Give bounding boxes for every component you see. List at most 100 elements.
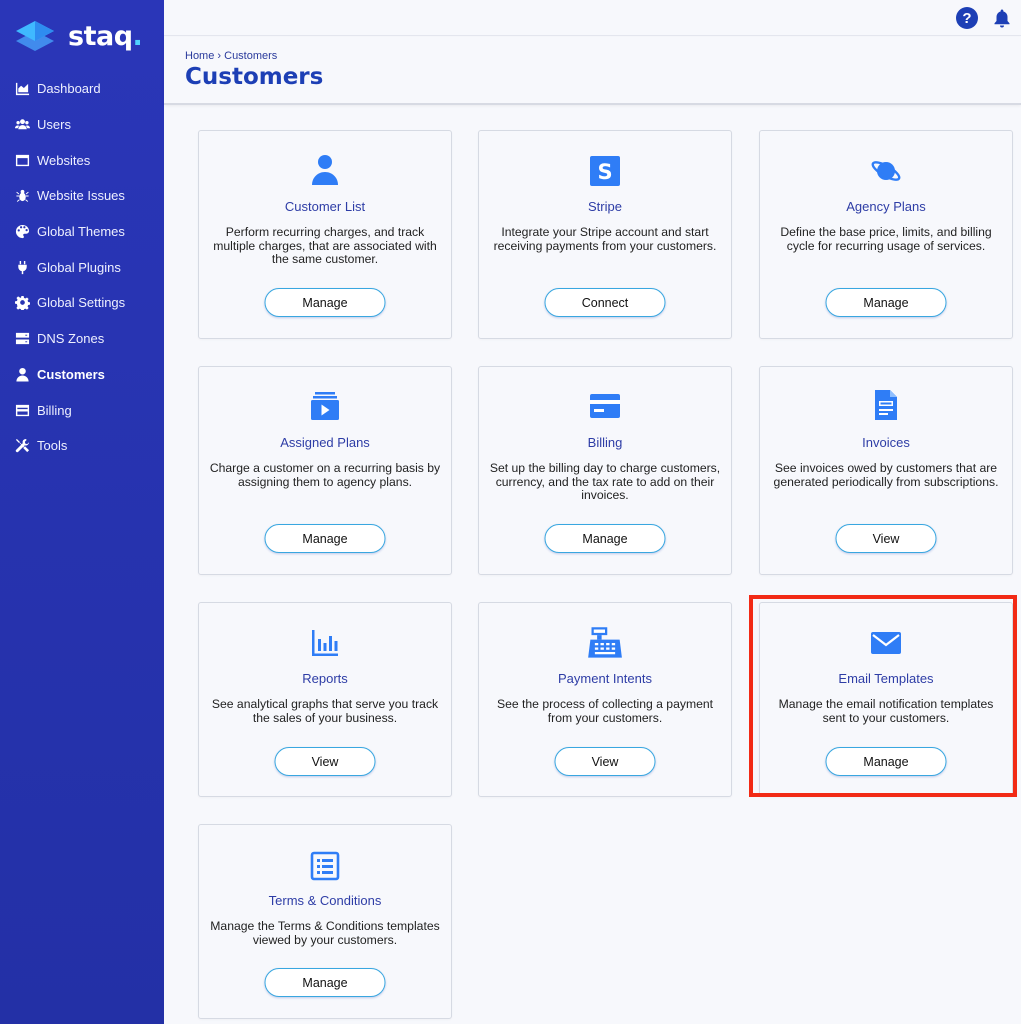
logo-text: staq. [68,20,143,52]
user-icon [14,366,30,382]
card-description: See invoices owed by customers that are … [773,461,999,489]
card-title: Terms & Conditions [268,893,382,908]
sidebar-item-label: Users [37,117,71,133]
sidebar-item-users[interactable]: Users [0,107,164,143]
sidebar-item-label: Website Issues [37,188,125,204]
sidebar-item-website-issues[interactable]: Website Issues [0,178,164,214]
card-icon-wrap: S [479,155,731,187]
billing-icon [14,402,30,418]
card-invoices: Invoices See invoices owed by customers … [759,366,1013,575]
card-title: Billing [587,435,623,450]
sidebar-item-global-settings[interactable]: Global Settings [0,285,164,321]
card-icon-wrap [199,390,451,422]
plug-icon [14,259,30,275]
view-button[interactable]: View [554,747,656,776]
cash-register-icon [588,627,622,658]
card-email-templates: Email Templates Manage the email notific… [759,602,1013,797]
page-header: Home › Customers Customers [164,37,1021,105]
sidebar-item-dns-zones[interactable]: DNS Zones [0,321,164,357]
manage-button[interactable]: Manage [264,524,386,553]
card-icon-wrap [199,850,451,882]
card-icon-wrap [760,155,1012,187]
card-agency-plans: Agency Plans Define the base price, limi… [759,130,1013,339]
card-description: Charge a customer on a recurring basis b… [209,461,441,489]
playlist-icon [311,392,339,420]
sidebar-item-label: Dashboard [37,81,101,97]
chart-area-icon [14,81,30,97]
breadcrumb-separator: › [214,50,225,62]
card-customer-list: Customer List Perform recurring charges,… [198,130,452,339]
card-icon-wrap [199,153,451,185]
svg-text:S: S [597,160,612,184]
card-title: Stripe [588,199,622,214]
card-description: Define the base price, limits, and billi… [780,225,992,253]
sidebar-item-label: Global Plugins [37,259,121,275]
card-title: Email Templates [838,671,934,686]
sidebar-item-label: Global Themes [37,224,125,240]
envelope-icon [871,632,901,654]
logo[interactable]: staq. [14,16,143,56]
sidebar-item-label: Customers [37,366,105,382]
card-stripe: S Stripe Integrate your Stripe account a… [478,130,732,339]
sidebar-item-label: Global Settings [37,295,126,311]
staq-logo-icon [16,21,54,51]
sidebar-item-global-plugins[interactable]: Global Plugins [0,249,164,285]
sidebar-item-label: Tools [37,438,68,454]
card-icon-wrap [479,625,731,661]
card-icon-wrap [760,389,1012,421]
help-icon[interactable]: ? [956,7,978,29]
sidebar-item-websites[interactable]: Websites [0,142,164,178]
sidebar-item-customers[interactable]: Customers [0,357,164,393]
sidebar-item-dashboard[interactable]: Dashboard [0,71,164,107]
window-icon [14,152,30,168]
breadcrumb-home-link[interactable]: Home [185,50,214,62]
card-icon-wrap [199,627,451,659]
manage-button[interactable]: Manage [264,288,386,317]
card-reports: Reports See analytical graphs that serve… [198,602,452,797]
card-icon-wrap [479,390,731,422]
card-payment-intents: Payment Intents See the process of colle… [478,602,732,797]
tools-icon [14,438,30,454]
sidebar-nav: Dashboard Users Websites Website Issues … [0,71,164,464]
sidebar-item-label: Billing [37,402,72,418]
card-title: Reports [302,671,348,686]
page-title: Customers [185,64,324,90]
breadcrumb: Home › Customers [185,50,277,62]
sidebar-item-global-themes[interactable]: Global Themes [0,214,164,250]
stripe-icon: S [590,156,620,186]
card-title: Customer List [284,199,366,214]
sidebar-item-billing[interactable]: Billing [0,392,164,428]
sidebar-item-label: DNS Zones [37,331,105,347]
list-icon [310,851,340,881]
card-terms-conditions: Terms & Conditions Manage the Terms & Co… [198,824,452,1019]
credit-card-icon [590,394,620,418]
manage-button[interactable]: Manage [825,288,947,317]
view-button[interactable]: View [274,747,376,776]
card-title: Agency Plans [846,199,926,214]
sidebar-item-tools[interactable]: Tools [0,428,164,464]
bug-icon [14,188,30,204]
connect-button[interactable]: Connect [544,288,666,317]
breadcrumb-current: Customers [224,50,278,62]
manage-button[interactable]: Manage [264,968,386,997]
card-icon-wrap [760,627,1012,659]
card-title: Invoices [862,435,910,450]
sidebar: staq. Dashboard Users Websites Website I… [0,0,164,1024]
card-description: Perform recurring charges, and track mul… [213,225,437,266]
planet-icon [871,161,901,181]
card-title: Assigned Plans [280,435,370,450]
palette-icon [14,224,30,240]
card-description: Integrate your Stripe account and start … [493,225,717,253]
manage-button[interactable]: Manage [544,524,666,553]
manage-button[interactable]: Manage [825,747,947,776]
sidebar-item-label: Websites [37,152,91,168]
bar-chart-icon [312,630,338,656]
gear-icon [14,295,30,311]
view-button[interactable]: View [835,524,937,553]
topbar: ? [164,0,1021,36]
card-assigned-plans: Assigned Plans Charge a customer on a re… [198,366,452,575]
card-title: Payment Intents [558,671,652,686]
card-description: See analytical graphs that serve you tra… [211,697,439,725]
invoice-icon [875,390,897,420]
bell-icon[interactable] [993,8,1011,28]
